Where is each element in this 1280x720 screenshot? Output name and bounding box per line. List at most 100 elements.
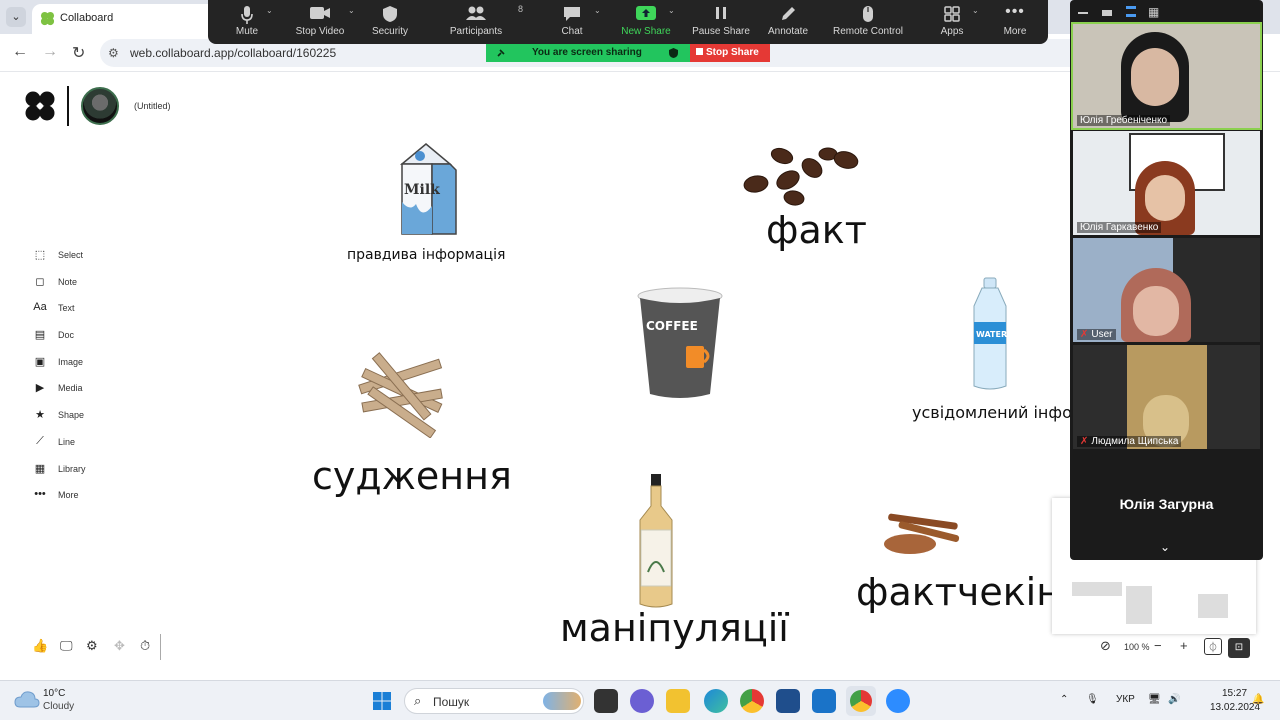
chevron-down-icon[interactable]: ⌄ (348, 6, 355, 15)
more-button[interactable]: ••• More (1000, 0, 1030, 44)
volume-icon[interactable]: 🔊 (1168, 694, 1180, 705)
chat-button[interactable]: Chat ⌄ (554, 0, 600, 44)
tool-text[interactable]: Aa Text (32, 301, 152, 328)
windows-start-icon[interactable] (372, 691, 392, 711)
task-view-icon[interactable] (594, 689, 618, 713)
cinnamon-image[interactable] (880, 510, 962, 558)
participant-video[interactable]: ✗ Людмила Щипська (1073, 345, 1260, 449)
annotate-button[interactable]: Annotate (766, 0, 810, 44)
security-button[interactable]: Security (368, 0, 412, 44)
microphone-icon[interactable]: 🎙 (1086, 694, 1099, 705)
label-factchecking[interactable]: фактчекін (856, 570, 1061, 614)
cloudy-weather-icon[interactable] (14, 689, 40, 709)
file-explorer-icon[interactable] (666, 689, 690, 713)
remote-control-button[interactable]: Remote Control (830, 0, 906, 44)
user-avatar[interactable] (81, 87, 119, 125)
participants-button[interactable]: Participants 8 (448, 0, 523, 44)
participant-name: ✗ User (1077, 329, 1116, 340)
label-conscious-info[interactable]: усвідомлений інфопр (912, 403, 1070, 422)
star-icon: ★ (35, 409, 45, 422)
gallery-grid-icon[interactable]: ▦ (1148, 5, 1159, 19)
sugar-sticks-image[interactable] (354, 352, 448, 438)
label-fact[interactable]: факт (766, 208, 867, 252)
teams-chat-icon[interactable] (630, 689, 654, 713)
back-arrow-icon[interactable]: ← (12, 43, 28, 61)
tool-media[interactable]: ▶ Media (32, 381, 152, 408)
url-text: web.collaboard.app/collaboard/160225 (130, 46, 337, 60)
tool-more[interactable]: ••• More (32, 488, 152, 515)
notification-icon[interactable]: 🔔 (1252, 694, 1264, 705)
mute-label: Mute (235, 26, 259, 37)
move-icon[interactable]: ✥ (114, 638, 125, 654)
taskbar-search[interactable]: ⌕ Пошук (404, 688, 584, 714)
participant-face (1145, 175, 1185, 221)
tools-divider (160, 634, 161, 660)
collaboard-favicon-icon (40, 11, 55, 26)
speaker-view-icon[interactable] (1126, 6, 1136, 17)
zoom-app-icon[interactable] (886, 689, 910, 713)
chrome-browser-icon[interactable] (740, 689, 764, 713)
apps-button[interactable]: Apps ⌄ (938, 0, 979, 44)
participant-video[interactable]: Юлія Гребеніченко (1071, 22, 1262, 130)
chevron-down-icon[interactable]: ⌄ (594, 6, 601, 15)
browser-tab[interactable]: Collaboard (32, 4, 222, 34)
edge-browser-icon[interactable] (704, 689, 728, 713)
microsoft-store-icon[interactable] (776, 689, 800, 713)
zoom-out-icon[interactable]: − (1154, 638, 1162, 653)
timer-icon[interactable]: ⏱ (140, 638, 150, 654)
chevron-down-icon[interactable]: ⌄ (1160, 540, 1170, 554)
label-judgments[interactable]: судження (312, 454, 512, 498)
participant-video[interactable]: ✗ User (1073, 238, 1260, 342)
collaboard-logo-icon[interactable] (24, 90, 56, 122)
video-only-icon[interactable] (1102, 10, 1112, 16)
milk-carton-image[interactable]: Milk (390, 142, 462, 238)
participant-video[interactable]: Юлія Гаркавенко (1073, 131, 1260, 235)
forward-arrow-icon[interactable]: → (42, 43, 58, 61)
stop-video-button[interactable]: Stop Video ⌄ (294, 0, 355, 44)
tool-note[interactable]: ◻ Note (32, 275, 152, 302)
reload-icon[interactable]: ↻ (72, 43, 85, 63)
label-true-information[interactable]: правдива інформація (347, 247, 505, 263)
stop-share-button[interactable]: Stop Share (690, 44, 770, 62)
coffee-beans-image[interactable] (742, 142, 864, 212)
mail-icon[interactable] (812, 689, 836, 713)
shield-icon (669, 48, 678, 58)
participants-icon (448, 0, 504, 26)
tool-shape[interactable]: ★ Shape (32, 408, 152, 435)
tool-library[interactable]: ▦ Library (32, 462, 152, 489)
compass-icon[interactable]: ⊘ (1100, 638, 1111, 654)
minimap-icon[interactable]: ⊡ (1228, 638, 1250, 658)
tool-doc[interactable]: ▤ Doc (32, 328, 152, 355)
coffee-cup-image[interactable]: COFFEE (636, 286, 724, 402)
clock-time[interactable]: 15:27 (1222, 688, 1247, 699)
site-info-icon[interactable]: ⚙ (108, 46, 119, 60)
syrup-bottle-image[interactable] (636, 472, 676, 610)
tool-line[interactable]: ⟋ Line (32, 435, 152, 462)
presentation-icon[interactable]: 🖵 (60, 638, 73, 654)
tab-search-button[interactable]: ⌄ (6, 7, 26, 27)
board-title[interactable]: (Untitled) (134, 101, 171, 111)
chevron-up-icon[interactable]: ⌃ (1060, 694, 1068, 705)
pause-share-button[interactable]: Pause Share (692, 0, 750, 44)
participant-name-no-video[interactable]: Юлія Загурна (1070, 496, 1263, 512)
chevron-down-icon[interactable]: ⌄ (972, 6, 979, 15)
input-language[interactable]: УКР (1116, 694, 1135, 705)
chevron-down-icon[interactable]: ⌄ (668, 6, 675, 15)
zoom-in-icon[interactable]: + (1180, 638, 1188, 653)
chevron-down-icon[interactable]: ⌄ (266, 6, 273, 15)
network-icon[interactable]: 🖥 (1148, 694, 1161, 705)
mute-button[interactable]: Mute ⌄ (226, 0, 273, 44)
minimap-block (1126, 586, 1152, 624)
label-manipulations[interactable]: маніпуляції (560, 606, 789, 650)
thumbs-up-icon[interactable]: 👍 (32, 638, 48, 654)
chrome-active-icon[interactable] (846, 686, 876, 716)
tool-select[interactable]: ⬚ Select (32, 248, 152, 275)
tool-image[interactable]: ▣ Image (32, 355, 152, 382)
fit-screen-icon[interactable]: ⏀ (1204, 638, 1222, 655)
water-bottle-image[interactable]: WATER (966, 276, 1014, 392)
settings-icon[interactable]: ⚙ (86, 638, 98, 654)
tool-text-label: Text (58, 303, 75, 314)
chrome-logo-icon (850, 690, 872, 712)
new-share-button[interactable]: New Share ⌄ (620, 0, 675, 44)
minimize-icon[interactable] (1078, 12, 1088, 14)
